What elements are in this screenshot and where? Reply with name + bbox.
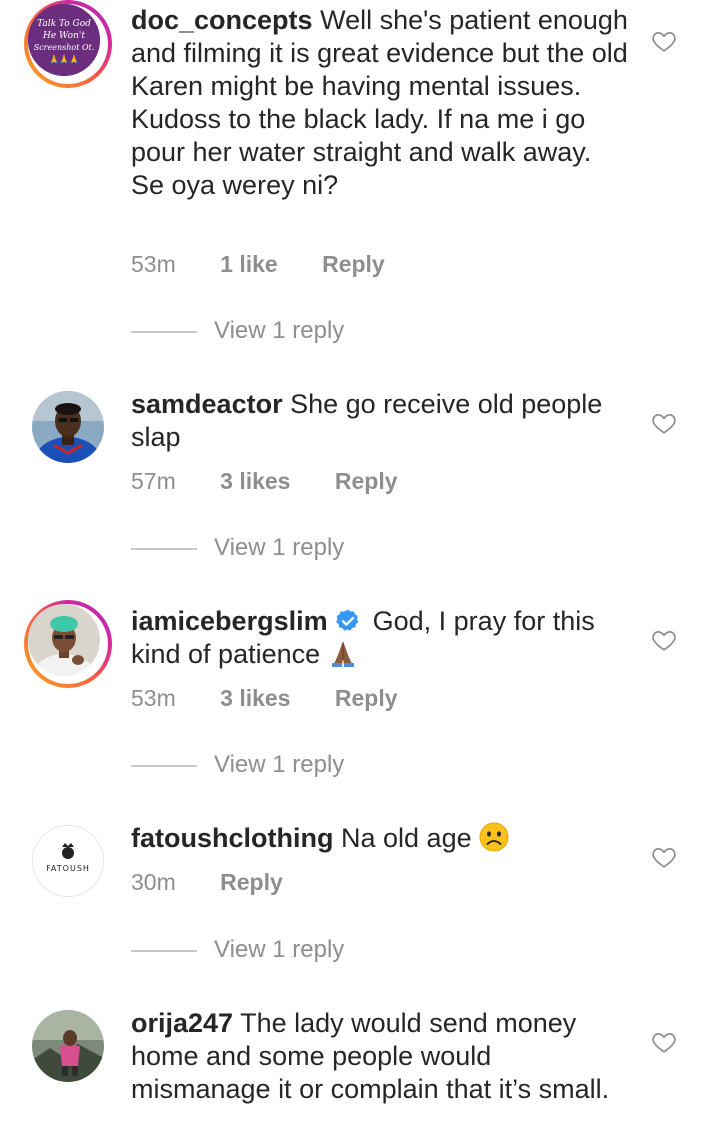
avatar[interactable] <box>32 391 104 463</box>
comment-time: 30m <box>131 869 176 895</box>
username[interactable]: orija247 <box>131 1008 233 1038</box>
avatar-text-line: He Won't <box>42 31 85 41</box>
avatar-text-line: Screenshot Ot. <box>34 43 95 52</box>
avatar[interactable]: FATOUSH <box>32 825 104 897</box>
folded-hands-emoji <box>331 641 354 667</box>
avatar-image <box>32 1010 104 1082</box>
comment-body: orija247 The lady would send money home … <box>131 1007 631 1106</box>
reply-button[interactable]: Reply <box>220 869 283 896</box>
like-count[interactable]: 3 likes <box>220 685 290 712</box>
avatar[interactable]: Talk To God He Won't Screenshot Ot. 🙏🙏🙏 <box>24 0 112 88</box>
divider-line <box>131 950 197 952</box>
view-replies-button[interactable]: View 1 reply <box>131 534 431 564</box>
view-replies-button[interactable]: View 1 reply <box>131 317 431 347</box>
avatar-image: FATOUSH <box>33 826 103 896</box>
avatar[interactable] <box>32 1010 104 1082</box>
username[interactable]: samdeactor <box>131 389 283 419</box>
comment-meta: 53m 1 like Reply <box>131 251 385 278</box>
username[interactable]: iamicebergslim <box>131 606 328 636</box>
view-replies-button[interactable]: View 1 reply <box>131 936 431 966</box>
comment-body: doc_concepts Well she's patient enough a… <box>131 4 631 202</box>
reply-button[interactable]: Reply <box>335 468 398 495</box>
view-replies-label: View 1 reply <box>214 936 345 963</box>
username[interactable]: fatoushclothing <box>131 823 333 853</box>
divider-line <box>131 548 197 550</box>
avatar-text-line: 🙏🙏🙏 <box>49 55 79 64</box>
avatar-logo-text: FATOUSH <box>46 864 90 873</box>
avatar-text-line: Talk To God <box>37 19 91 29</box>
like-count[interactable]: 1 like <box>220 251 278 278</box>
comment-time: 53m <box>131 685 176 711</box>
username[interactable]: doc_concepts <box>131 5 313 35</box>
heart-outline-icon[interactable] <box>651 28 677 54</box>
comment-meta: 53m 3 likes Reply <box>131 685 398 712</box>
view-replies-label: View 1 reply <box>214 317 345 344</box>
divider-line <box>131 765 197 767</box>
verified-badge-icon <box>336 609 359 631</box>
reply-button[interactable]: Reply <box>335 685 398 712</box>
comment-time: 57m <box>131 468 176 494</box>
comment-body: fatoushclothing Na old age <box>131 822 631 855</box>
divider-line <box>131 331 197 333</box>
comment-meta: 30m Reply <box>131 869 283 896</box>
view-replies-button[interactable]: View 1 reply <box>131 751 431 781</box>
avatar-image: Talk To God He Won't Screenshot Ot. 🙏🙏🙏 <box>28 4 100 76</box>
view-replies-label: View 1 reply <box>214 534 345 561</box>
heart-outline-icon[interactable] <box>651 410 677 436</box>
comment-text: Na old age <box>341 823 472 853</box>
heart-outline-icon[interactable] <box>651 1029 677 1055</box>
comment-meta: 57m 3 likes Reply <box>131 468 398 495</box>
comment-time: 53m <box>131 251 176 277</box>
comment-body: iamicebergslim God, I pray for this kind… <box>131 605 631 671</box>
heart-outline-icon[interactable] <box>651 627 677 653</box>
view-replies-label: View 1 reply <box>214 751 345 778</box>
heart-outline-icon[interactable] <box>651 844 677 870</box>
avatar[interactable] <box>24 600 112 688</box>
frowning-face-emoji <box>479 822 509 852</box>
avatar-image <box>28 604 100 676</box>
comment-body: samdeactor She go receive old people sla… <box>131 388 631 454</box>
avatar-image <box>32 391 104 463</box>
like-count[interactable]: 3 likes <box>220 468 290 495</box>
reply-button[interactable]: Reply <box>322 251 385 278</box>
